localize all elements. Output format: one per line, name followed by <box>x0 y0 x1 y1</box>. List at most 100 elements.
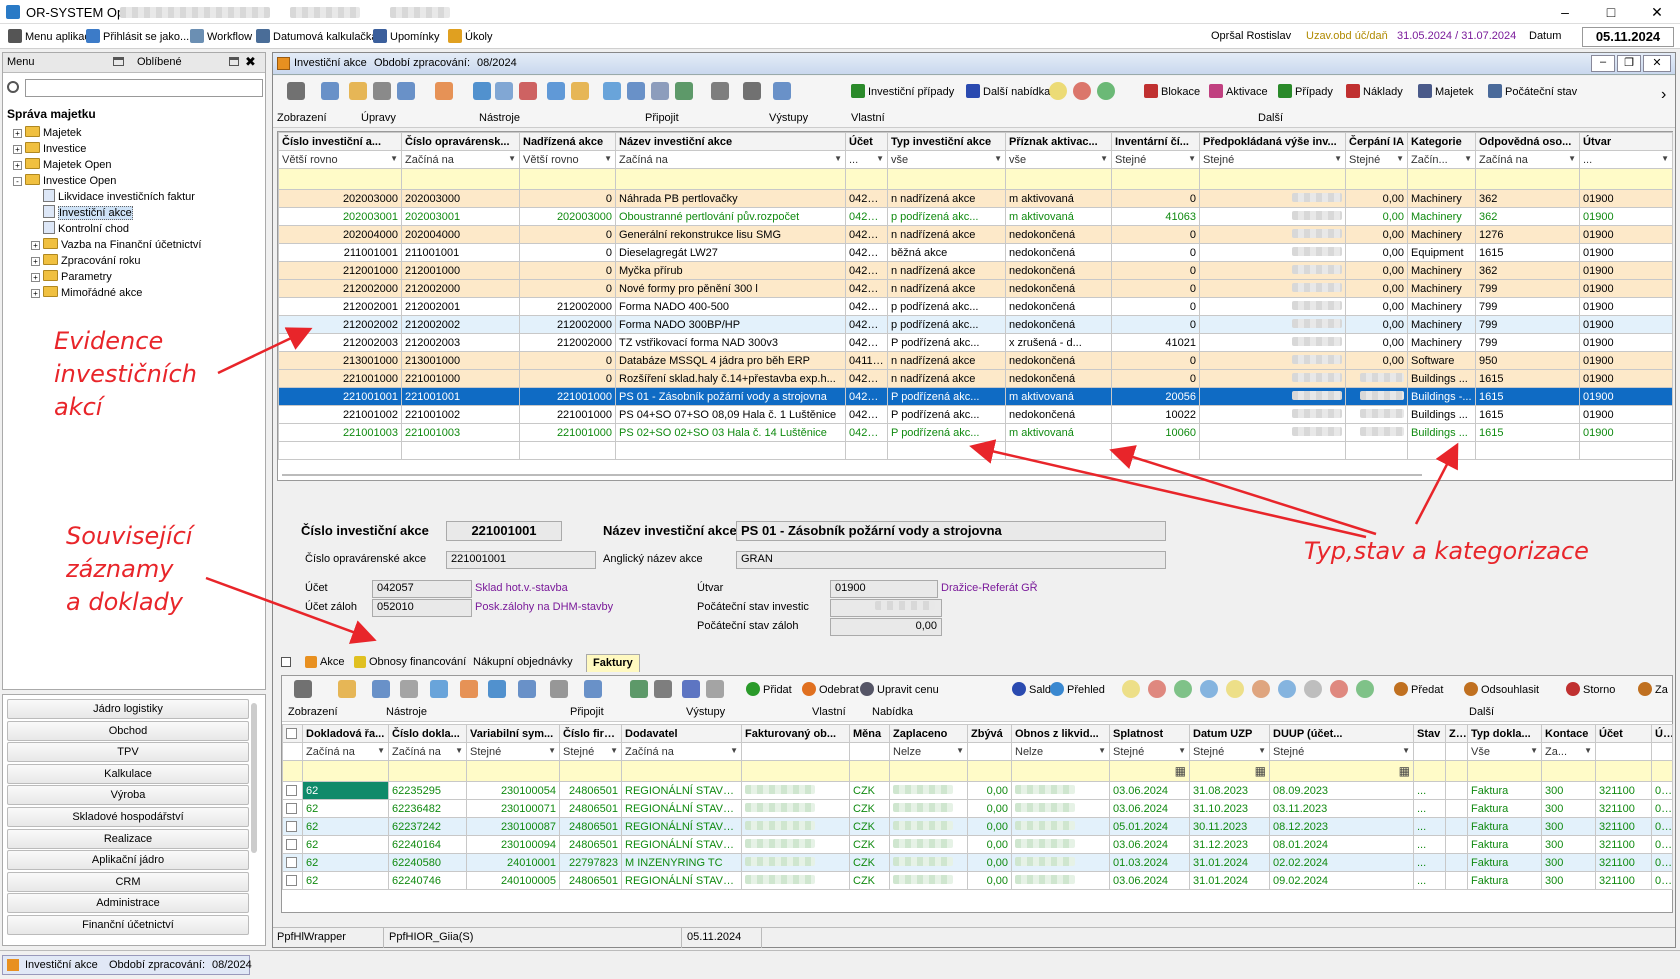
status-filter-icon[interactable] <box>1174 680 1192 698</box>
toolbar-button[interactable]: Upravit cenu <box>860 682 939 696</box>
toolbar-button[interactable]: Odsouhlasit <box>1464 682 1539 696</box>
table-row[interactable]: 212002002 212002002 212002000 Forma NADO 30… <box>278 315 1673 334</box>
column-filter[interactable]: ▼ Za... <box>1541 742 1596 761</box>
row-checkbox[interactable] <box>282 781 303 800</box>
window-close-button[interactable]: ✕ <box>1643 55 1671 72</box>
tree-item[interactable]: + Mimořádné akce <box>13 285 263 301</box>
status-filter-icon[interactable] <box>1226 680 1244 698</box>
row-checkbox[interactable] <box>282 817 303 836</box>
toolbar-icon[interactable] <box>584 680 602 698</box>
toolbar-icon[interactable] <box>773 82 791 100</box>
table-row[interactable]: 221001001 221001001 221001000 PS 01 - Zásob… <box>278 387 1673 406</box>
table-row[interactable]: 202003000 202003000 0 Náhrada PB pertlovačk… <box>278 189 1673 208</box>
table-row[interactable]: 221001003 221001003 221001000 PS 02+SO 02+S… <box>278 423 1673 442</box>
status-filter-icon[interactable] <box>1200 680 1218 698</box>
tab-menu[interactable]: Menu <box>7 56 35 68</box>
column-filter[interactable]: ▼ Stejné <box>1109 742 1190 761</box>
repair-number-field[interactable]: 221001001 <box>446 551 596 569</box>
minimize-window-button[interactable]: – <box>1542 0 1588 24</box>
toolbar-button[interactable]: Počáteční stav <box>1488 84 1577 98</box>
column-header[interactable]: Příznak aktivac... <box>1005 132 1112 151</box>
module-button[interactable]: TPV <box>7 742 249 763</box>
status-filter-icon[interactable] <box>1049 82 1067 100</box>
status-filter-icon[interactable] <box>1148 680 1166 698</box>
column-filter[interactable] <box>1413 742 1446 761</box>
column-header[interactable]: Čerpání IA <box>1345 132 1408 151</box>
toolbar-button[interactable]: Aktivace <box>1209 84 1268 98</box>
collapse-checkbox[interactable] <box>281 657 291 667</box>
column-filter[interactable] <box>1445 742 1468 761</box>
action-name-field[interactable]: PS 01 - Zásobník požární vody a strojovn… <box>736 521 1166 541</box>
column-header[interactable]: Účet <box>845 132 888 151</box>
column-header[interactable]: Typ dokla... <box>1467 724 1542 743</box>
module-button[interactable]: Finanční účetnictví <box>7 915 249 935</box>
menu-search-input[interactable] <box>25 79 263 97</box>
toolbar-button[interactable]: Majetek <box>1418 84 1474 98</box>
module-button[interactable]: Administrace <box>7 893 249 914</box>
column-filter[interactable] <box>1595 742 1652 761</box>
close-panel-icon[interactable]: ✖ <box>245 54 256 70</box>
menu-item[interactable]: Workflow <box>190 29 252 43</box>
column-filter[interactable]: ▼ Stejné <box>1345 150 1408 169</box>
tree-item[interactable]: + Zpracování roku <box>13 253 263 269</box>
column-filter[interactable]: ▼ Začíná na <box>401 150 520 169</box>
calendar-icon[interactable]: ▦ <box>1399 764 1410 778</box>
toolbar-button[interactable]: Předat <box>1394 682 1443 696</box>
tree-item[interactable]: Likvidace investičních faktur <box>13 189 263 205</box>
tree-item[interactable]: Investiční akce <box>13 205 263 221</box>
pin-panel-icon[interactable] <box>113 57 124 66</box>
column-filter[interactable]: ▼ Stejné <box>1111 150 1200 169</box>
toolbar-icon[interactable] <box>571 82 589 100</box>
tree-item[interactable]: + Parametry <box>13 269 263 285</box>
menu-item[interactable]: Upomínky <box>373 29 440 43</box>
status-filter-icon[interactable] <box>1097 82 1115 100</box>
toolbar-icon[interactable] <box>603 82 621 100</box>
expand-icon[interactable]: + <box>13 145 22 154</box>
table-row[interactable]: 211001001 211001001 0 Dieselagregát LW27 042… <box>278 243 1673 262</box>
table-row[interactable]: 62 62237242 230100087 24806501 REGIONÁLNÍ ST… <box>282 817 1673 836</box>
column-header[interactable]: Číslo dokla... <box>388 724 467 743</box>
menu-item[interactable]: Úkoly <box>448 29 493 43</box>
module-button[interactable]: CRM <box>7 871 249 892</box>
toolbar-icon[interactable] <box>547 82 565 100</box>
expand-icon[interactable]: + <box>13 129 22 138</box>
toolbar-icon[interactable] <box>400 680 418 698</box>
department-field[interactable]: 01900 <box>830 580 938 598</box>
column-header[interactable]: Inventární čí... <box>1111 132 1200 151</box>
row-checkbox[interactable] <box>282 799 303 818</box>
module-scrollbar[interactable] <box>251 703 257 853</box>
module-button[interactable]: Výroba <box>7 785 249 806</box>
grid-new-row[interactable]: ▦ ▦ ▦ <box>282 760 1673 782</box>
toolbar-icon[interactable] <box>397 82 415 100</box>
toolbar-button[interactable]: Náklady <box>1346 84 1403 98</box>
menu-item[interactable]: Přihlásit se jako... <box>86 29 189 43</box>
column-filter[interactable]: ▼ Začíná na <box>388 742 467 761</box>
expand-icon[interactable]: + <box>31 273 40 282</box>
module-button[interactable]: Jádro logistiky <box>7 699 249 719</box>
action-number-field[interactable]: 221001001 <box>446 521 562 541</box>
toolbar-scroll-right-icon[interactable]: › <box>1661 86 1666 104</box>
toolbar-button[interactable]: Blokace <box>1144 84 1200 98</box>
table-row[interactable]: 202003001 202003001 202003000 Oboustranné p… <box>278 207 1673 226</box>
subtab[interactable]: Obnosy financování <box>348 654 472 672</box>
module-button[interactable]: Skladové hospodářství <box>7 807 249 827</box>
tree-item[interactable]: + Vazba na Finanční účetnictví <box>13 237 263 253</box>
column-header[interactable]: Datum UZP <box>1189 724 1270 743</box>
grid-new-row[interactable] <box>278 168 1673 190</box>
english-name-field[interactable]: GRAN <box>736 551 1166 569</box>
column-filter[interactable]: ▼ Větší rovno <box>519 150 616 169</box>
toolbar-button[interactable]: Případy <box>1278 84 1333 98</box>
column-filter[interactable]: ▼ vše <box>887 150 1006 169</box>
column-filter[interactable]: ▼ Stejné <box>1189 742 1270 761</box>
column-header[interactable]: Odpovědná oso... <box>1475 132 1580 151</box>
status-filter-icon[interactable] <box>1356 680 1374 698</box>
tree-item[interactable]: Kontrolní chod <box>13 221 263 237</box>
column-header[interactable]: Číslo firmy <box>559 724 622 743</box>
toolbar-button[interactable]: Další nabídka <box>966 84 1050 98</box>
column-filter[interactable]: ▼ vše <box>1005 150 1112 169</box>
column-header[interactable]: Stav <box>1413 724 1446 743</box>
column-filter[interactable]: ▼ Začíná na <box>1475 150 1580 169</box>
table-row[interactable]: 212002000 212002000 0 Nové formy pro pěnění… <box>278 279 1673 298</box>
toolbar-icon[interactable] <box>372 680 390 698</box>
advance-account-name-link[interactable]: Posk.zálohy na DHM-stavby <box>475 601 613 613</box>
